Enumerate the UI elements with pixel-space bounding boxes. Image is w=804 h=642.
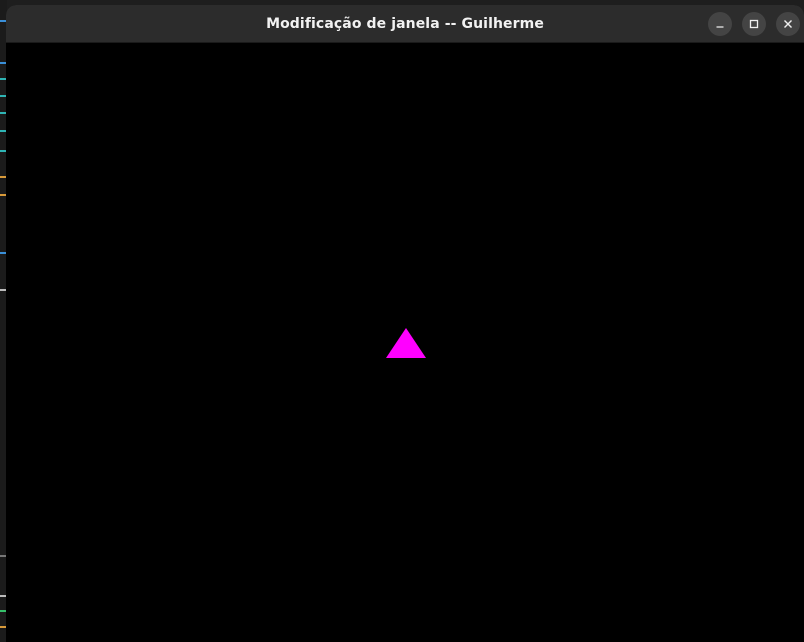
title-bar[interactable]: Modificação de janela -- Guilherme — [6, 5, 804, 43]
maximize-button[interactable] — [742, 12, 766, 36]
magenta-triangle — [386, 328, 426, 358]
close-icon — [783, 19, 793, 29]
render-canvas[interactable] — [6, 43, 804, 642]
window-title: Modificação de janela -- Guilherme — [266, 15, 544, 32]
app-window: Modificação de janela -- Guilherme — [6, 5, 804, 642]
minimize-icon — [715, 19, 725, 29]
minimize-button[interactable] — [708, 12, 732, 36]
close-button[interactable] — [776, 12, 800, 36]
maximize-icon — [749, 19, 759, 29]
